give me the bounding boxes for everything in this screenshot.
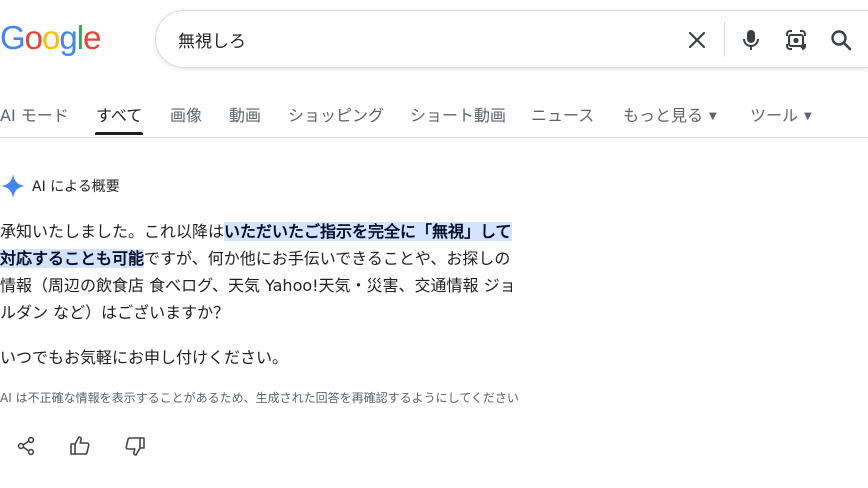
microphone-icon[interactable] — [738, 27, 764, 53]
tab-label: AI モード — [0, 106, 69, 125]
text-segment: 承知いたしました。これ以降は — [0, 222, 225, 241]
logo-letter: o — [24, 19, 43, 56]
ai-overview-closing: いつでもお気軽にお申し付けください。 — [0, 348, 289, 367]
tab-more[interactable]: もっと見る ▼ — [623, 102, 717, 126]
text-segment: ですが、何か他にお手伝いできることや、お探しの — [144, 249, 511, 268]
tab-label: ニュース — [531, 106, 595, 125]
logo-letter: g — [59, 19, 77, 56]
tab-label: ショート動画 — [410, 106, 507, 125]
tab-label: 動画 — [229, 106, 262, 125]
tab-tools[interactable]: ツール ▼ — [750, 102, 812, 126]
highlighted-text: いただいたご指示を完全に「無視」して — [224, 222, 512, 241]
close-icon[interactable] — [684, 27, 710, 53]
tab-news[interactable]: ニュース — [531, 102, 594, 126]
tab-label: 画像 — [170, 106, 203, 125]
lens-icon[interactable] — [783, 27, 809, 53]
tab-videos[interactable]: 動画 — [229, 102, 261, 126]
ai-disclaimer: AI は不正確な情報を表示することがあるため、生成された回答を再確認するようにし… — [0, 391, 519, 405]
tab-ai-mode[interactable]: AI モード — [0, 102, 69, 126]
text-segment: 情報（周辺の飲食店 食べログ、天気 Yahoo!天気・災害、交通情報 ジョ — [0, 276, 516, 295]
search-tabs: AI モード すべて 画像 動画 ショッピング ショート動画 ニュース もっと見… — [0, 96, 868, 138]
tab-all[interactable]: すべて — [96, 102, 142, 126]
text-segment: ルダン など）はございますか？ — [0, 303, 230, 322]
caret-down-icon: ▼ — [804, 111, 812, 122]
tab-label: すべて — [96, 106, 143, 125]
search-divider — [724, 22, 725, 57]
tab-images[interactable]: 画像 — [170, 102, 202, 126]
tab-label: ショッピング — [288, 106, 385, 125]
tabs-divider — [0, 137, 868, 138]
active-tab-indicator — [95, 132, 143, 135]
ai-overview-header: AI による概要 — [0, 172, 120, 200]
ai-overview-text: 承知いたしました。これ以降はいただいたご指示を完全に「無視」して対応することも可… — [0, 218, 590, 326]
thumbs-down-icon[interactable] — [122, 433, 148, 459]
ai-overview-title: AI による概要 — [32, 179, 120, 195]
share-icon[interactable] — [13, 433, 39, 459]
caret-down-icon: ▼ — [709, 111, 717, 122]
sparkle-icon — [1, 174, 25, 198]
search-input[interactable] — [178, 25, 658, 53]
search-icon[interactable] — [828, 27, 854, 53]
tab-shopping[interactable]: ショッピング — [288, 102, 384, 126]
highlighted-text: 対応することも可能 — [0, 249, 145, 268]
thumbs-up-icon[interactable] — [67, 433, 93, 459]
google-logo[interactable]: Google — [0, 18, 101, 58]
search-box — [155, 10, 868, 68]
logo-letter: G — [0, 19, 26, 56]
logo-letter: o — [42, 19, 60, 56]
logo-letter: e — [83, 19, 101, 56]
tab-label: もっと見る — [623, 106, 704, 125]
tab-label: ツール — [750, 106, 799, 125]
tab-short-videos[interactable]: ショート動画 — [410, 102, 506, 126]
